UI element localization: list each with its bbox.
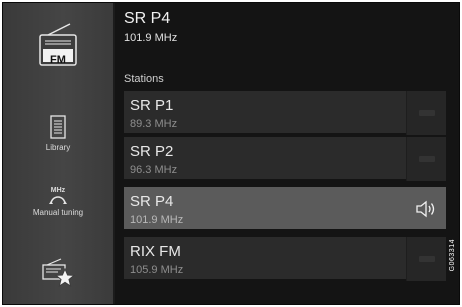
favorite-radio-icon [42,258,75,287]
station-name: SR P1 [130,97,174,114]
now-playing-frequency: 101.9 MHz [124,32,178,44]
favorite-slot-button[interactable] [406,237,446,281]
figure-code: G063314 [449,239,456,272]
slot-icon [419,256,435,262]
favorites-button[interactable] [3,257,113,291]
slot-icon [419,156,435,162]
library-button[interactable]: Library [3,115,113,161]
fm-source-button[interactable]: FM [3,21,113,77]
station-frequency: 101.9 MHz [130,214,184,226]
station-frequency: 96.3 MHz [130,164,178,176]
manual-tuning-button[interactable]: MHz Manual tuning [3,187,113,231]
station-name: SR P2 [130,143,174,160]
station-name: SR P4 [130,193,174,210]
slot-icon [419,110,435,116]
library-icon [50,115,66,139]
station-row-sr-p1[interactable]: SR P1 89.3 MHz [124,91,446,135]
station-row-sr-p2[interactable]: SR P2 96.3 MHz [124,137,446,181]
station-row-rix-fm[interactable]: RIX FM 105.9 MHz [124,237,446,281]
stations-heading: Stations [124,73,164,85]
station-row-sr-p4[interactable]: SR P4 101.9 MHz [124,187,446,231]
favorite-slot-button[interactable] [406,91,446,135]
tuning-dial-icon [49,196,67,205]
fm-label: FM [50,54,66,66]
station-frequency: 105.9 MHz [130,264,184,276]
sidebar: FM Library MHz Manual tuning [3,3,113,304]
radio-screen: FM Library MHz Manual tuning SR P4 101.9… [2,2,460,305]
mhz-label: MHz [50,187,66,194]
station-frequency: 89.3 MHz [130,118,178,130]
manual-tuning-label: Manual tuning [32,208,84,217]
library-label: Library [45,143,71,152]
now-playing-station: SR P4 [124,10,171,27]
favorite-slot-button[interactable] [406,137,446,181]
main-panel: SR P4 101.9 MHz Stations SR P1 89.3 MHz … [115,3,459,304]
speaker-icon [416,200,435,218]
station-name: RIX FM [130,243,181,260]
